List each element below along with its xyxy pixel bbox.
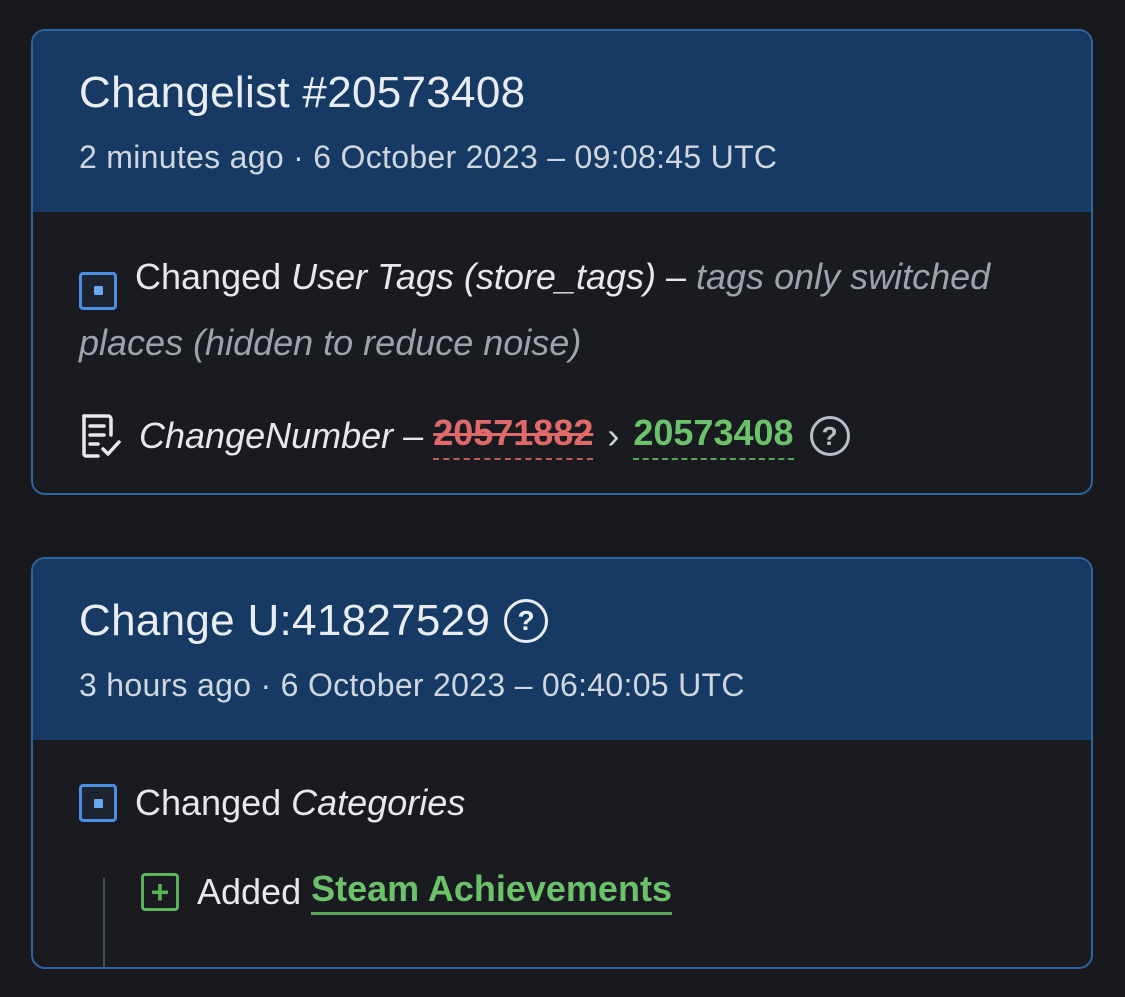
changelist-body: Changed User Tags (store_tags) – tags on… [33,244,1091,460]
arrow-separator: › [607,415,620,456]
changed-key-name: ChangeNumber [139,415,394,456]
changelist-header: Changelist #20573408 2 minutes ago · 6 O… [33,31,1091,212]
change-timestamp: 3 hours ago · 6 October 2023 – 06:40:05 … [79,667,745,703]
dash-separator: – [655,256,697,297]
added-verb: Added [197,870,302,912]
question-circle-icon[interactable]: ? [504,599,549,643]
changelist-title[interactable]: Changelist #20573408 [79,67,1045,119]
change-entry-categories: Changed Categories [79,782,1045,824]
square-dot-icon [79,271,117,310]
change-title[interactable]: Change U:41827529 [79,595,490,647]
tree-connector [103,878,105,967]
steam-achievements-link[interactable]: Steam Achievements [311,868,672,915]
change-header: Change U:41827529 ? 3 hours ago · 6 Octo… [33,559,1091,740]
new-change-number[interactable]: 20573408 [633,412,794,460]
dash-separator: – [393,415,434,456]
changed-field-name: User Tags (store_tags) [291,256,656,297]
change-verb: Changed [135,782,282,823]
change-body: Changed Categories + Added Steam Achieve… [33,782,1091,967]
change-title-row: Change U:41827529 ? [79,595,1045,647]
change-entry-changenumber: ChangeNumber – 20571882 › 20573408 ? [79,412,1045,460]
plus-square-icon: + [141,872,179,911]
change-verb: Changed [135,256,282,297]
question-circle-icon[interactable]: ? [809,416,850,456]
change-card: Change U:41827529 ? 3 hours ago · 6 Octo… [31,557,1093,969]
changelist-card: Changelist #20573408 2 minutes ago · 6 O… [31,29,1093,495]
old-change-number[interactable]: 20571882 [433,412,594,460]
change-entry-store-tags: Changed User Tags (store_tags) – tags on… [79,244,1045,376]
added-entry: + Added Steam Achievements [141,868,1045,915]
changelist-timestamp: 2 minutes ago · 6 October 2023 – 09:08:4… [79,139,778,175]
changed-field-name: Categories [291,782,466,823]
document-check-icon [79,412,125,460]
square-dot-icon [79,784,117,822]
